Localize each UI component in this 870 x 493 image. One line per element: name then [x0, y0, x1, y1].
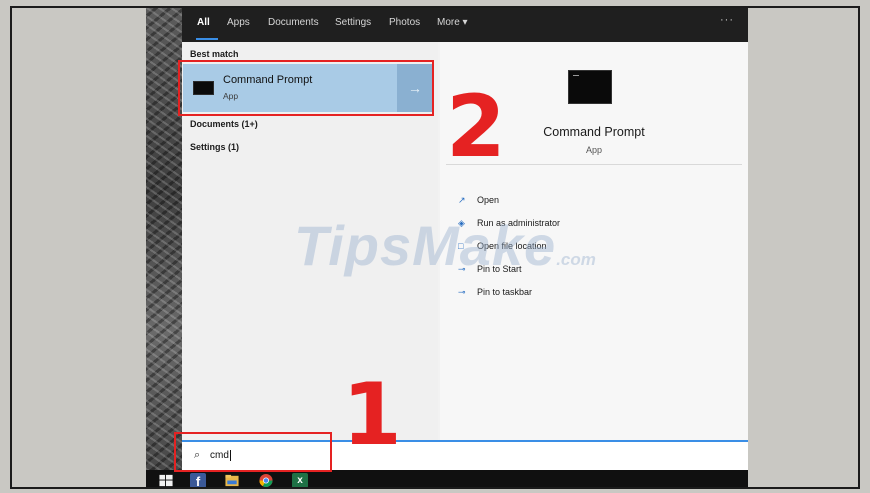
- action-label: Run as administrator: [477, 218, 561, 228]
- search-icon: ⌕: [194, 449, 201, 461]
- app-details-pane: Command Prompt App ↗ Open ◈ Run as adminis…: [440, 42, 748, 440]
- best-match-result[interactable]: Command Prompt App →: [183, 64, 433, 112]
- open-icon: ↗: [458, 195, 466, 205]
- action-pin-to-start[interactable]: ⊸ Pin to Start: [458, 264, 522, 275]
- search-box[interactable]: ⌕ cmd: [182, 440, 748, 470]
- tab-documents[interactable]: Documents: [268, 17, 319, 28]
- command-prompt-large-icon: [568, 70, 612, 104]
- expand-arrow-button[interactable]: →: [397, 64, 433, 112]
- best-match-title: Command Prompt: [223, 74, 313, 86]
- pin-icon: ⊸: [458, 264, 466, 274]
- app-type: App: [585, 145, 602, 155]
- search-query: cmd: [210, 450, 229, 462]
- action-label: Open file location: [477, 241, 547, 251]
- desktop-wallpaper: [146, 8, 182, 470]
- command-prompt-icon: [193, 81, 214, 95]
- action-run-as-administrator[interactable]: ◈ Run as administrator: [458, 218, 560, 229]
- windows-start-icon[interactable]: [158, 473, 174, 488]
- tab-settings[interactable]: Settings: [335, 17, 371, 28]
- action-label: Pin to Start: [477, 264, 522, 274]
- tab-all[interactable]: All: [197, 17, 210, 28]
- best-match-subtitle: App: [223, 91, 239, 101]
- pin-icon: ⊸: [458, 287, 466, 297]
- action-open-file-location[interactable]: □ Open file location: [458, 241, 547, 251]
- settings-group[interactable]: Settings (1): [190, 142, 239, 152]
- app-title: Command Prompt: [543, 125, 645, 139]
- text-caret: [229, 450, 231, 461]
- best-match-header: Best match: [190, 49, 239, 59]
- taskbar: f x: [146, 470, 748, 488]
- action-open[interactable]: ↗ Open: [458, 195, 499, 206]
- action-pin-to-taskbar[interactable]: ⊸ Pin to taskbar: [458, 287, 532, 298]
- divider: [446, 164, 742, 165]
- excel-icon[interactable]: x: [292, 473, 308, 487]
- tab-photos[interactable]: Photos: [389, 17, 420, 28]
- action-label: Pin to taskbar: [477, 287, 533, 297]
- chrome-icon[interactable]: [258, 473, 274, 488]
- start-search-panel: All Apps Documents Settings Photos More …: [182, 8, 748, 470]
- shield-icon: ◈: [458, 218, 465, 228]
- tab-apps[interactable]: Apps: [227, 17, 250, 28]
- documents-group[interactable]: Documents (1+): [190, 119, 258, 129]
- file-explorer-icon[interactable]: [224, 473, 240, 488]
- screenshot-frame: All Apps Documents Settings Photos More …: [10, 6, 860, 489]
- action-label: Open: [477, 195, 500, 205]
- folder-icon: □: [458, 241, 464, 251]
- arrow-right-icon: →: [408, 80, 422, 96]
- active-tab-indicator: [196, 38, 218, 40]
- facebook-icon[interactable]: f: [190, 473, 206, 487]
- more-options-icon[interactable]: ···: [720, 14, 734, 26]
- search-input[interactable]: cmd: [210, 450, 231, 461]
- results-list: Best match Command Prompt App → Document…: [182, 42, 438, 440]
- search-filter-bar: All Apps Documents Settings Photos More …: [182, 8, 748, 42]
- tab-more[interactable]: More ▾: [437, 17, 468, 28]
